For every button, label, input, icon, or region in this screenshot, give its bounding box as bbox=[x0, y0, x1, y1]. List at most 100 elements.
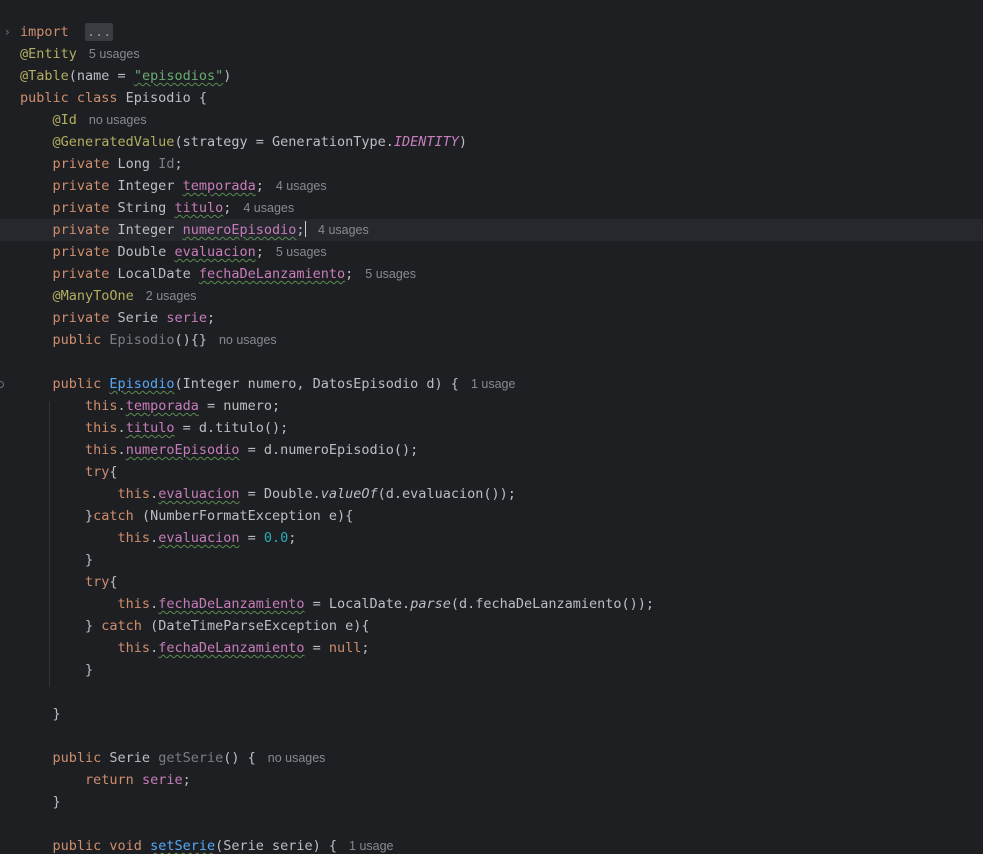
usages-hint[interactable]: 5 usages bbox=[89, 47, 140, 61]
code-line[interactable]: private Double evaluacion; 5 usages bbox=[0, 241, 983, 263]
code-token: Integer bbox=[117, 222, 183, 238]
code-line[interactable]: public Episodio(Integer numero, DatosEpi… bbox=[0, 373, 983, 395]
code-token: (d.evaluacion()); bbox=[377, 486, 516, 502]
code-line[interactable]: } bbox=[0, 549, 983, 571]
code-line[interactable]: @ManyToOne 2 usages bbox=[0, 285, 983, 307]
code-line[interactable]: this.titulo = d.titulo(); bbox=[0, 417, 983, 439]
fold-chevron-icon[interactable]: › bbox=[5, 21, 15, 43]
code-token: } bbox=[85, 618, 102, 634]
code-line[interactable] bbox=[0, 351, 983, 373]
code-token: public bbox=[52, 750, 110, 766]
code-editor[interactable]: › import ... @Entity 5 usages @Table(name = … bbox=[0, 0, 983, 854]
code-line[interactable]: return serie; bbox=[0, 769, 983, 791]
code-line[interactable]: › import ... bbox=[0, 21, 983, 43]
usages-hint[interactable]: 2 usages bbox=[146, 289, 197, 303]
code-line[interactable]: private String titulo; 4 usages bbox=[0, 197, 983, 219]
code-line[interactable]: private Integer numeroEpisodio; 4 usages bbox=[0, 219, 983, 241]
code-token: temporada bbox=[182, 178, 256, 194]
code-line[interactable]: try{ bbox=[0, 571, 983, 593]
usages-hint[interactable]: no usages bbox=[268, 751, 326, 765]
code-token: numeroEpisodio bbox=[182, 222, 297, 238]
code-token: { bbox=[109, 464, 118, 480]
code-line[interactable]: public Episodio(){} no usages bbox=[0, 329, 983, 351]
code-line[interactable] bbox=[0, 725, 983, 747]
code-line[interactable]: public Serie getSerie() {no usages bbox=[0, 747, 983, 769]
code-token: = d.titulo(); bbox=[174, 420, 289, 436]
code-token: (d.fechaDeLanzamiento()); bbox=[450, 596, 655, 612]
code-line[interactable]: @GeneratedValue(strategy = GenerationTyp… bbox=[0, 131, 983, 153]
code-token: } bbox=[85, 662, 94, 678]
code-line[interactable]: this.evaluacion = Double.valueOf(d.evalu… bbox=[0, 483, 983, 505]
usages-hint[interactable]: no usages bbox=[89, 113, 147, 127]
folded-imports-button[interactable]: ... bbox=[85, 23, 114, 41]
usages-hint[interactable]: no usages bbox=[219, 333, 277, 347]
code-token: ; bbox=[182, 772, 191, 788]
code-line[interactable]: private Serie serie; bbox=[0, 307, 983, 329]
code-token: this bbox=[85, 398, 118, 414]
usages-hint[interactable]: 4 usages bbox=[243, 201, 294, 215]
code-token: @Entity bbox=[20, 46, 77, 62]
usages-hint[interactable]: 1 usage bbox=[349, 839, 393, 853]
code-token: serie bbox=[141, 772, 183, 788]
code-token: @ManyToOne bbox=[52, 288, 134, 304]
code-line[interactable] bbox=[0, 813, 983, 835]
code-token: = LocalDate. bbox=[304, 596, 411, 612]
code-line[interactable]: private LocalDate fechaDeLanzamiento; 5 u… bbox=[0, 263, 983, 285]
code-line[interactable]: @Entity 5 usages bbox=[0, 43, 983, 65]
gutter-marker-icon[interactable] bbox=[0, 381, 4, 388]
code-token: fechaDeLanzamiento bbox=[198, 266, 346, 282]
code-token: Serie bbox=[109, 750, 159, 766]
code-line[interactable]: public class Episodio { bbox=[0, 87, 983, 109]
usages-hint[interactable]: 5 usages bbox=[365, 267, 416, 281]
code-line[interactable]: this.evaluacion = 0.0; bbox=[0, 527, 983, 549]
code-token: . bbox=[150, 596, 159, 612]
code-line[interactable]: this.fechaDeLanzamiento = LocalDate.pars… bbox=[0, 593, 983, 615]
code-token: public void bbox=[52, 838, 151, 854]
code-token: . bbox=[150, 486, 159, 502]
code-line[interactable]: @Table(name = "episodios") bbox=[0, 65, 983, 87]
code-token: Serie bbox=[117, 310, 167, 326]
code-token: setSerie bbox=[150, 838, 216, 854]
code-line[interactable]: this.numeroEpisodio = d.numeroEpisodio()… bbox=[0, 439, 983, 461]
code-line[interactable]: @Id no usages bbox=[0, 109, 983, 131]
code-token: this bbox=[117, 486, 151, 502]
code-line[interactable]: public void setSerie(Serie serie) {1 usa… bbox=[0, 835, 983, 854]
text-caret bbox=[304, 221, 307, 237]
code-line[interactable]: private Integer temporada; 4 usages bbox=[0, 175, 983, 197]
code-token: } bbox=[52, 794, 61, 810]
code-token: evaluacion bbox=[158, 486, 240, 502]
code-token: try bbox=[85, 574, 110, 590]
code-token: 0.0 bbox=[263, 530, 289, 546]
code-token: null bbox=[328, 640, 362, 656]
code-token: temporada bbox=[125, 398, 199, 414]
code-token: private bbox=[52, 222, 118, 238]
code-token: Episodio bbox=[109, 332, 175, 348]
code-token: private bbox=[52, 178, 118, 194]
code-line[interactable]: private Long Id; bbox=[0, 153, 983, 175]
code-token: public bbox=[52, 376, 110, 392]
usages-hint[interactable]: 4 usages bbox=[276, 179, 327, 193]
usages-hint[interactable]: 4 usages bbox=[318, 223, 369, 237]
usages-hint[interactable]: 1 usage bbox=[471, 377, 515, 391]
code-line[interactable]: } bbox=[0, 791, 983, 813]
usages-hint[interactable]: 5 usages bbox=[276, 245, 327, 259]
code-line[interactable] bbox=[0, 681, 983, 703]
code-line[interactable]: } bbox=[0, 659, 983, 681]
code-token: . bbox=[150, 530, 159, 546]
code-line[interactable]: } catch (DateTimeParseException e){ bbox=[0, 615, 983, 637]
code-token: try bbox=[85, 464, 110, 480]
code-area[interactable]: › import ... @Entity 5 usages @Table(name = … bbox=[0, 21, 983, 854]
code-line[interactable]: try{ bbox=[0, 461, 983, 483]
code-line[interactable]: this.temporada = numero; bbox=[0, 395, 983, 417]
code-line[interactable]: this.fechaDeLanzamiento = null; bbox=[0, 637, 983, 659]
code-line[interactable]: } bbox=[0, 703, 983, 725]
code-token: @Id bbox=[52, 112, 77, 128]
code-line[interactable]: }catch (NumberFormatException e){ bbox=[0, 505, 983, 527]
